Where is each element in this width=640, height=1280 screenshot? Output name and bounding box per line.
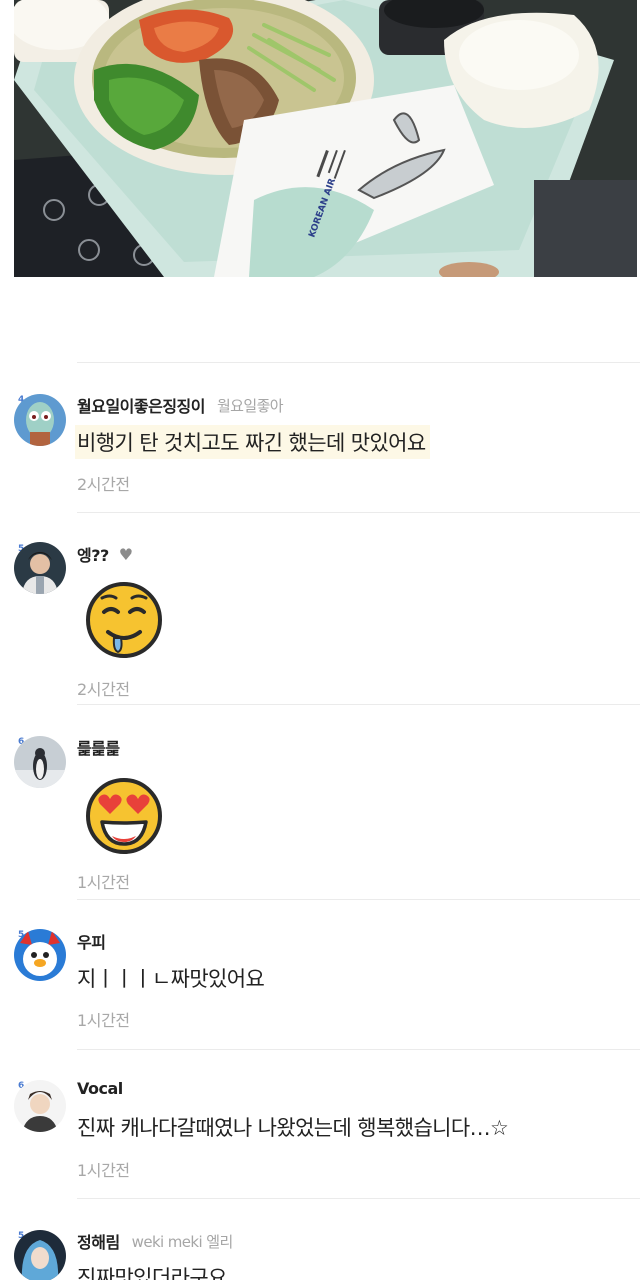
divider [77, 512, 640, 513]
divider [77, 899, 640, 900]
avatar[interactable] [14, 1230, 66, 1280]
sketch-person-avatar-icon [14, 1080, 66, 1132]
divider [77, 1049, 640, 1050]
timestamp: 2시간전 [77, 680, 130, 699]
avatar[interactable] [14, 542, 66, 594]
avatar[interactable] [14, 394, 66, 446]
in-flight-meal-image: KOREAN AIR [14, 0, 637, 277]
comment-text: 비행기 탄 것치고도 짜긴 했는데 맛있어요 [75, 425, 430, 459]
penguin-avatar-icon [14, 736, 66, 788]
drooling-face-emoji-icon [86, 582, 162, 658]
avatar[interactable] [14, 736, 66, 788]
divider [77, 704, 640, 705]
comment-text: 진짜 캐나다갈때였나 나왔었는데 행복했습니다…☆ [77, 1116, 509, 1140]
subname: weki meki 엘리 [131, 1232, 234, 1251]
timestamp: 2시간전 [77, 475, 130, 494]
nickname[interactable]: 엥?? [77, 542, 109, 566]
squidward-avatar-icon [14, 394, 66, 446]
timestamp: 1시간전 [77, 1161, 130, 1180]
nickname[interactable]: 우피 [77, 929, 106, 953]
nickname[interactable]: Vocal [77, 1079, 123, 1098]
timestamp: 1시간전 [77, 1011, 130, 1030]
nickname[interactable]: 정해림 [77, 1229, 120, 1253]
nickname[interactable]: 릁릁릁 [77, 735, 120, 759]
blue-hair-avatar-icon [14, 1230, 66, 1280]
comment-text: 진짜맛있더라구요 [77, 1266, 227, 1280]
comment-text: 지ㅣㅣㅣㄴ짜맛있어요 [77, 967, 265, 991]
subname: 월요일좋아 [216, 396, 284, 415]
divider [77, 1198, 640, 1199]
heart-icon: ♥ [118, 544, 134, 564]
post-photo: KOREAN AIR [14, 0, 637, 277]
avatar[interactable] [14, 929, 66, 981]
avatar[interactable] [14, 1080, 66, 1132]
nickname[interactable]: 월요일이좋은징징이 [77, 393, 205, 417]
timestamp: 1시간전 [77, 873, 130, 892]
person-avatar-icon [14, 542, 66, 594]
heart-eyes-emoji-icon [86, 778, 162, 854]
divider [77, 362, 640, 363]
blue-character-avatar-icon [14, 929, 66, 981]
